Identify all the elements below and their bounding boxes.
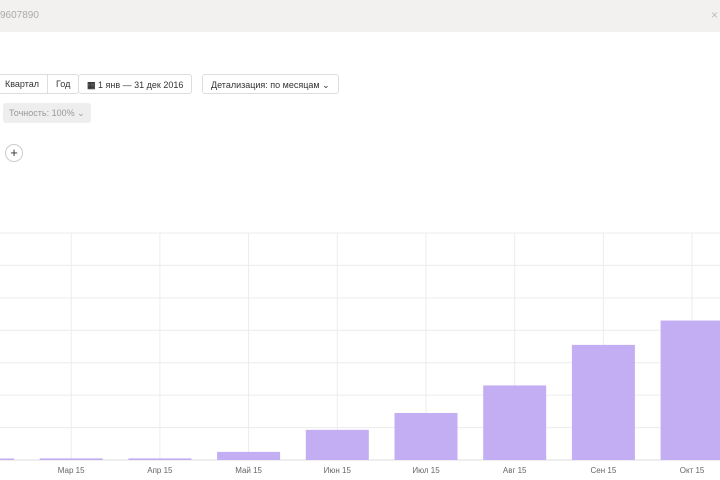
x-tick-label: Май 15 [235,466,262,475]
bar-Окт 15[interactable] [660,320,720,460]
bar-Авг 15[interactable] [483,385,547,460]
x-tick-label: Июл 15 [412,466,440,475]
x-tick-label: Мар 15 [58,466,85,475]
bar-Мар 15[interactable] [39,458,103,460]
bar-Сен 15[interactable] [571,344,635,460]
bar-Июн 15[interactable] [305,429,369,460]
x-tick-label: Окт 15 [680,466,705,475]
bar-chart: Мар 15 Апр 15 Май 15 Июн 15 Июл 15 Авг 15 Сен … [0,232,720,475]
x-tick-label: Июн 15 [324,466,352,475]
bar-Май 15[interactable] [217,451,281,460]
x-tick-label: Сен 15 [591,466,617,475]
bar-Июл 15[interactable] [394,412,458,460]
bar-Апр 15[interactable] [128,458,192,460]
x-tick-label: Авг 15 [503,466,527,475]
bar-Фев 15[interactable] [0,458,14,461]
x-tick-label: Апр 15 [147,466,173,475]
